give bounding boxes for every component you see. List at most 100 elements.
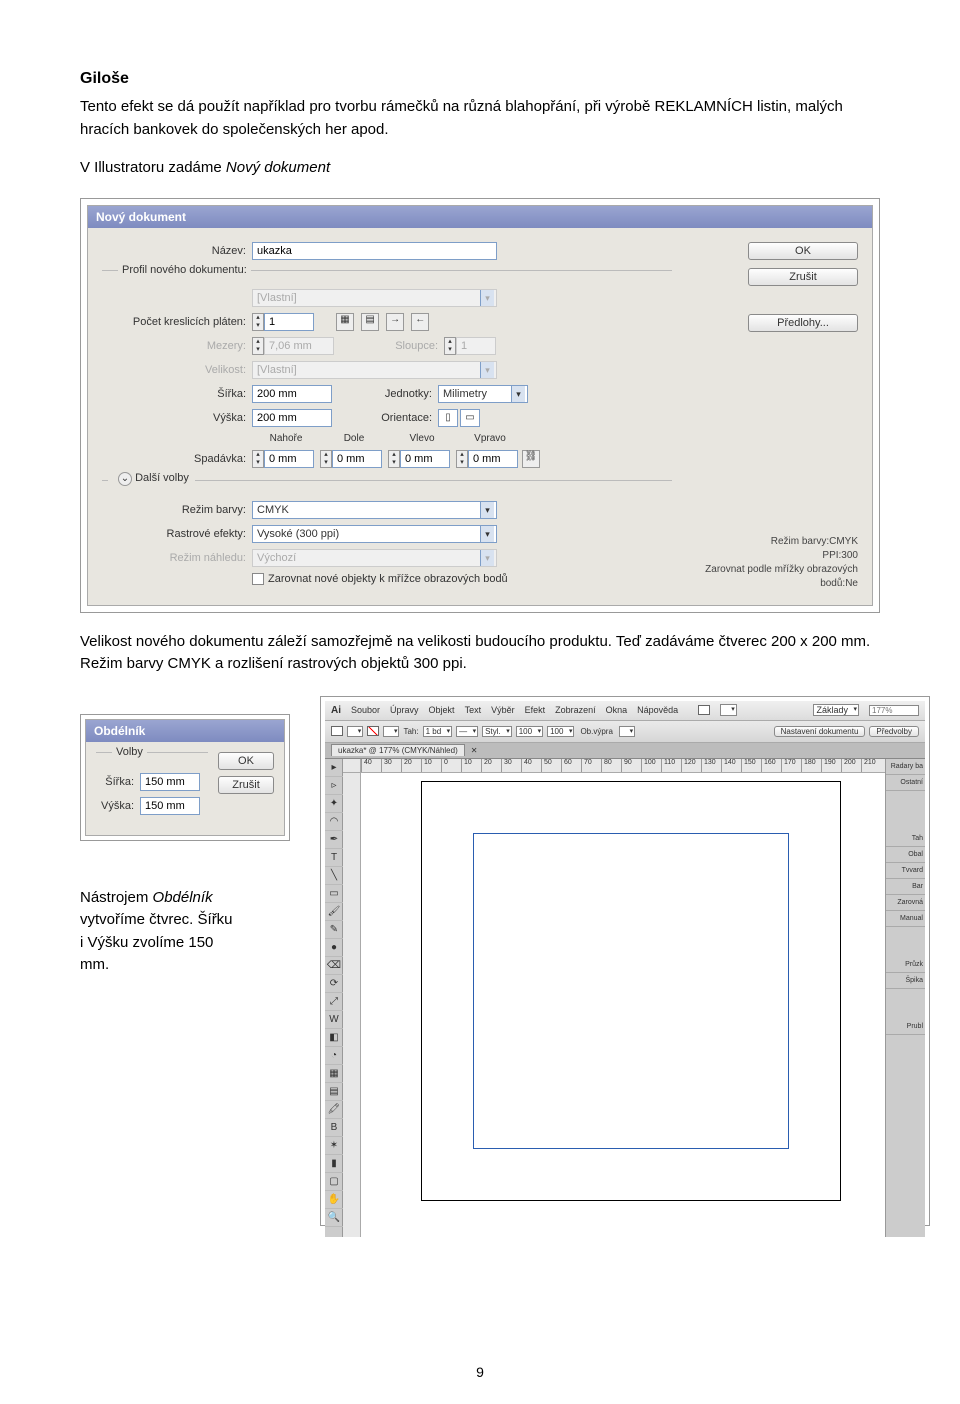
zoom-tool-icon[interactable]: 🔍 [325,1209,343,1227]
cols-label: Sloupce: [374,340,444,352]
canvas[interactable] [361,773,885,1237]
rect-height-input[interactable] [140,797,200,815]
panel-item[interactable]: Ostatní [886,775,925,791]
direct-select-tool-icon[interactable]: ▹ [325,777,343,795]
menu-item[interactable]: Soubor [351,705,380,715]
menu-item[interactable]: Efekt [525,705,546,715]
row-layout-icon[interactable]: ▤ [361,313,379,331]
blend-tool-icon[interactable]: B [325,1119,343,1137]
menu-item[interactable]: Zobrazení [555,705,596,715]
preview-select[interactable]: Výchozí▾ [252,549,497,567]
doc-tab[interactable]: ukazka* @ 177% (CMYK/Náhled) [331,744,465,756]
rectangle-object[interactable] [473,833,789,1149]
orient-landscape[interactable]: ▭ [460,409,480,427]
hand-tool-icon[interactable]: ✋ [325,1191,343,1209]
name-input[interactable] [252,242,497,260]
transform-select[interactable] [619,726,635,737]
bleed-link-icon[interactable]: ⛓ [522,450,540,468]
stroke-menu[interactable] [383,726,399,737]
profile-select[interactable]: [Vlastní]▾ [252,289,497,307]
menu-item[interactable]: Text [465,705,482,715]
menu-item[interactable]: Úpravy [390,705,419,715]
magic-wand-tool-icon[interactable]: ✦ [325,795,343,813]
panel-item[interactable]: Zarovná [886,895,925,911]
workspace-select[interactable]: Základy [813,704,859,716]
rect-width-input[interactable] [140,773,200,791]
height-input[interactable] [252,409,332,427]
eyedropper-tool-icon[interactable]: 🖍 [325,1101,343,1119]
artboard-tool-icon[interactable]: ▢ [325,1173,343,1191]
pen-tool-icon[interactable]: ✒ [325,831,343,849]
eraser-tool-icon[interactable]: ⌫ [325,957,343,975]
type-tool-icon[interactable]: T [325,849,343,867]
ruler-tick: 210 [861,759,876,773]
mesh-tool-icon[interactable]: ▦ [325,1065,343,1083]
shape-builder-icon[interactable]: ◔ [325,1047,343,1065]
menu-item[interactable]: Nápověda [637,705,678,715]
menu-item[interactable]: Výběr [491,705,515,715]
free-transform-tool-icon[interactable]: ◧ [325,1029,343,1047]
arrow-right-icon[interactable]: → [386,313,404,331]
graph-tool-icon[interactable]: ▮ [325,1155,343,1173]
symbol-tool-icon[interactable]: ✶ [325,1137,343,1155]
units-select[interactable]: Milimetry▾ [438,385,528,403]
panel-item[interactable]: Tah [886,831,925,847]
menu-item[interactable]: Objekt [429,705,455,715]
profile-label: Profil nového dokumentu: [118,264,251,276]
panel-item[interactable]: Obal [886,847,925,863]
panel-item[interactable]: Manual [886,911,925,927]
line-tool-icon[interactable]: ╲ [325,867,343,885]
blob-tool-icon[interactable]: ● [325,939,343,957]
stroke-swatch-icon[interactable] [367,726,379,736]
opacity-select[interactable]: 100 [516,726,543,737]
width-field[interactable]: 100 [547,726,574,737]
scale-tool-icon[interactable]: ⤢ [325,993,343,1011]
bleed-t[interactable]: ▴▾ [252,450,314,468]
stroke-weight[interactable]: 1 bd [423,726,453,737]
grid-layout-icon[interactable]: ▦ [336,313,354,331]
advanced-collapse-icon[interactable]: ⌄ [118,472,132,486]
gradient-tool-icon[interactable]: ▤ [325,1083,343,1101]
size-select[interactable]: [Vlastní]▾ [252,361,497,379]
panel-item[interactable]: Průzk [886,957,925,973]
fill-swatch-icon[interactable] [331,726,343,736]
pencil-tool-icon[interactable]: ✎ [325,921,343,939]
fill-menu[interactable] [347,726,363,737]
doc-settings-button[interactable]: Nastavení dokumentu [774,726,866,737]
app-menubar: Ai Soubor Úpravy Objekt Text Výběr Efekt… [325,701,925,721]
search-input[interactable] [869,705,919,716]
rect-cancel-button[interactable]: Zrušit [218,776,274,794]
brush-select[interactable]: — [456,726,478,737]
tab-close-icon[interactable]: ✕ [471,746,478,755]
panel-item[interactable]: Radary ba [886,759,925,775]
rectangle-tool-icon[interactable]: ▭ [325,885,343,903]
bleed-b[interactable]: ▴▾ [320,450,382,468]
width-tool-icon[interactable]: W [325,1011,343,1029]
artboards-spinner[interactable]: ▴▾ [252,313,314,331]
fg-swatch-icon[interactable] [698,705,710,715]
style-select[interactable]: Styl. [482,726,512,737]
ok-button[interactable]: OK [748,242,858,260]
rect-ok-button[interactable]: OK [218,752,274,770]
menu-item[interactable]: Okna [606,705,628,715]
layout-select[interactable] [720,704,737,716]
rotate-tool-icon[interactable]: ⟳ [325,975,343,993]
panel-item[interactable]: Prubl [886,1019,925,1035]
orient-portrait[interactable]: ▯ [438,409,458,427]
prefs-button[interactable]: Předvolby [869,726,919,737]
cancel-button[interactable]: Zrušit [748,268,858,286]
panel-item[interactable]: Špika [886,973,925,989]
bleed-r[interactable]: ▴▾ [456,450,518,468]
selection-tool-icon[interactable]: ▸ [325,759,343,777]
panel-item[interactable]: Bar [886,879,925,895]
templates-button[interactable]: Předlohy... [748,314,858,332]
bleed-l[interactable]: ▴▾ [388,450,450,468]
width-input[interactable] [252,385,332,403]
raster-select[interactable]: Vysoké (300 ppi)▾ [252,525,497,543]
panel-item[interactable]: Tvvard [886,863,925,879]
arrow-left-icon[interactable]: ← [411,313,429,331]
lasso-tool-icon[interactable]: ◠ [325,813,343,831]
align-checkbox[interactable] [252,573,264,585]
cmode-select[interactable]: CMYK▾ [252,501,497,519]
brush-tool-icon[interactable]: 🖌 [325,903,343,921]
